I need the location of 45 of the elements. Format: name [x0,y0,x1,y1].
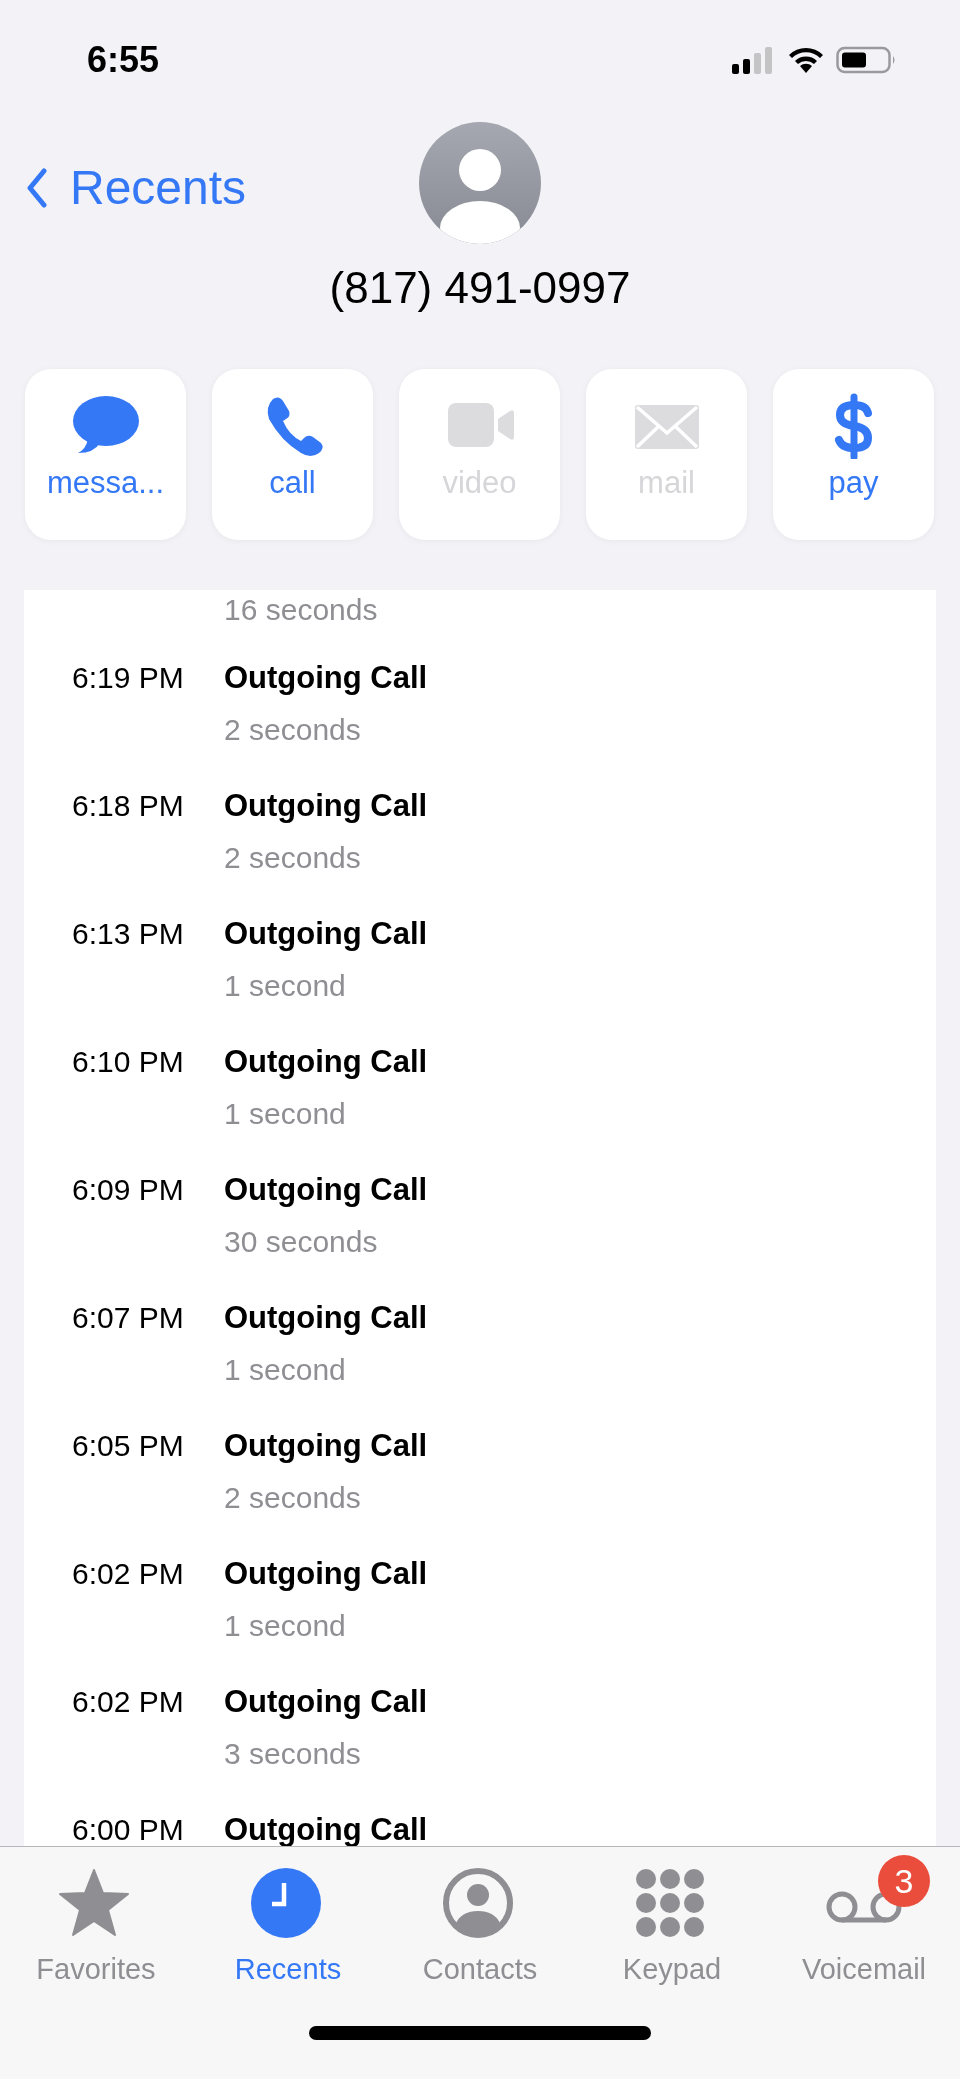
call-type: Outgoing Call [224,660,428,696]
action-button[interactable]: pay [773,369,934,540]
call-duration: 30 seconds [223,1224,379,1260]
call-type: Outgoing Call [224,1556,428,1592]
call-duration: 3 seconds [223,1736,362,1772]
call-type: Outgoing Call [224,1428,428,1464]
call-type: Outgoing Call [224,1812,428,1848]
tab-item[interactable]: Keypad [576,1847,768,1986]
call-type: Outgoing Call [224,1044,428,1080]
battery-icon [836,45,896,75]
call-duration: 1 second [223,1096,347,1132]
call-type: Outgoing Call [224,916,428,952]
phone-number: (817) 491-0997 [328,262,632,314]
call-duration: 2 seconds [223,840,362,876]
tab-item[interactable]: Favorites [0,1847,192,1986]
call-time: 6:13 PM [72,917,185,951]
tab-item[interactable]: Recents [192,1847,384,1986]
back-chevron-icon [26,167,48,208]
action-button[interactable]: call [212,369,373,540]
call-type: Outgoing Call [224,1172,428,1208]
call-duration: 2 seconds [223,712,362,748]
call-time: 6:02 PM [72,1685,185,1719]
call-time: 6:02 PM [72,1557,185,1591]
call-type: Outgoing Call [224,1300,428,1336]
call-time: 6:18 PM [72,789,185,823]
back-button[interactable]: Recents [26,160,247,215]
action-button[interactable]: messa... [25,369,186,540]
call-duration: 1 second [223,1352,347,1388]
call-type: Outgoing Call [224,788,428,824]
call-duration: 16 seconds [223,592,379,628]
call-time: 6:09 PM [72,1173,185,1207]
tab-item[interactable]: 3 Voicemail [768,1847,960,1986]
call-time: 6:10 PM [72,1045,185,1079]
status-time: 6:55 [87,39,160,81]
call-duration: 2 seconds [223,1480,362,1516]
call-duration: 1 second [223,968,347,1004]
call-time: 6:19 PM [72,661,185,695]
call-type: Outgoing Call [224,1684,428,1720]
call-duration: 1 second [223,1608,347,1644]
avatar-icon [419,122,541,244]
call-time: 6:05 PM [72,1429,185,1463]
call-time: 6:00 PM [72,1813,185,1847]
tab-item[interactable]: Contacts [384,1847,576,1986]
notification-badge: 3 [878,1855,930,1907]
call-time: 6:07 PM [72,1301,185,1335]
